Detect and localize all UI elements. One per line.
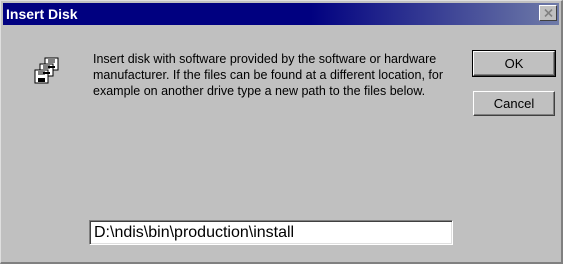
- close-icon: [543, 9, 553, 17]
- ok-button[interactable]: OK: [472, 50, 556, 77]
- title-bar[interactable]: Insert Disk: [3, 3, 559, 25]
- close-button[interactable]: [539, 5, 557, 21]
- disk-icon: [34, 57, 60, 85]
- cancel-button[interactable]: Cancel: [473, 91, 555, 116]
- path-input[interactable]: [89, 220, 453, 245]
- insert-disk-dialog: Insert Disk Insert disk with software pr…: [0, 0, 563, 264]
- dialog-message: Insert disk with software provided by th…: [93, 52, 443, 98]
- window-title: Insert Disk: [6, 6, 78, 22]
